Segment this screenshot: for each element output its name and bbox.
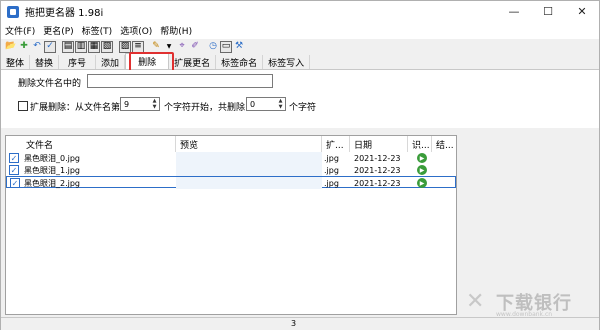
file-name: 黑色眼泪_1.jpg xyxy=(24,165,81,175)
close-button[interactable]: ✕ xyxy=(565,1,599,22)
file-date: 2021-12-23 xyxy=(354,178,401,188)
menu-options[interactable]: 选项(O) xyxy=(116,24,156,37)
start-position-value: 9 xyxy=(124,99,130,109)
window-title: 拖把更名器 1.98i xyxy=(25,8,104,19)
menu-rename[interactable]: 更名(P) xyxy=(39,24,77,37)
preview-cell xyxy=(176,177,322,189)
table-row[interactable]: ✓ 黑色眼泪_1.jpg .jpg 2021-12-23 ▶ xyxy=(6,164,456,176)
extended-delete-label: 扩展删除：从文件名第 xyxy=(30,103,121,113)
watermark: ✕ 下载银行 www.downbank.cn xyxy=(466,289,572,319)
play-icon: ▶ xyxy=(417,165,427,175)
window-icon[interactable]: ▭ xyxy=(220,40,232,53)
preview-cell xyxy=(176,152,322,164)
paste-icon[interactable]: ▥ xyxy=(75,40,87,53)
col-preview[interactable]: 预览 xyxy=(176,136,322,152)
minimize-button[interactable]: — xyxy=(497,1,531,22)
tab-overall[interactable]: 整体 xyxy=(1,55,31,69)
clock-icon[interactable]: ◷ xyxy=(207,41,219,53)
maximize-button[interactable]: ☐ xyxy=(531,1,565,22)
delete-count-spinner[interactable]: 0 ▲ ▼ xyxy=(246,97,286,111)
spinner-arrows-icon[interactable]: ▲ ▼ xyxy=(276,98,285,110)
table-row[interactable]: ✓ 黑色眼泪_2.jpg .jpg 2021-12-23 ▶ xyxy=(6,176,456,189)
tab-replace[interactable]: 替换 xyxy=(30,55,60,69)
file-date: 2021-12-23 xyxy=(354,153,401,163)
tab-tag-naming[interactable]: 标签命名 xyxy=(216,55,264,69)
tab-strip: 整体 替换 序号 添加 删除 扩展更名 标签命名 标签写入 xyxy=(1,53,599,70)
tab-tag-writing[interactable]: 标签写入 xyxy=(263,55,311,69)
watermark-logo-icon: ✕ xyxy=(466,289,485,314)
tool-icon[interactable]: ⚒ xyxy=(233,41,245,53)
app-icon xyxy=(7,5,19,18)
tag-icon[interactable]: ⌖ xyxy=(176,41,188,53)
menu-file[interactable]: 文件(F) xyxy=(1,24,39,37)
tab-extended-rename[interactable]: 扩展更名 xyxy=(169,55,217,69)
file-extension: .jpg xyxy=(324,153,339,163)
extended-delete-checkbox[interactable] xyxy=(18,101,28,111)
col-result[interactable]: 结... xyxy=(432,136,456,152)
menu-help[interactable]: 帮助(H) xyxy=(156,24,196,37)
delete-text-label: 删除文件名中的 xyxy=(18,79,82,89)
play-icon: ▶ xyxy=(417,153,427,163)
row-checkbox[interactable]: ✓ xyxy=(9,153,19,163)
tag-edit-icon[interactable]: ✐ xyxy=(189,41,201,53)
col-extension[interactable]: 扩... xyxy=(322,136,350,152)
row-checkbox[interactable]: ✓ xyxy=(10,178,20,188)
watermark-url: www.downbank.cn xyxy=(496,311,553,318)
menu-bar: 文件(F) 更名(P) 标签(T) 选项(O) 帮助(H) xyxy=(1,22,599,39)
file-name: 黑色眼泪_2.jpg xyxy=(24,178,81,188)
file-list: 文件名 预览 扩... 日期 识... 结... ✓ 黑色眼泪_0.jpg .j… xyxy=(5,135,457,315)
check-icon[interactable]: ✓ xyxy=(44,40,56,53)
file-extension: .jpg xyxy=(324,178,339,188)
from-label: 个字符开始，共删除 xyxy=(164,103,246,113)
paint-icon[interactable]: ✎ xyxy=(150,41,162,53)
col-date[interactable]: 日期 xyxy=(350,136,408,152)
chevron-down-icon[interactable]: ▼ xyxy=(163,41,175,53)
status-bar: 3 xyxy=(1,317,599,330)
open-folder-icon[interactable]: 📂 xyxy=(5,41,17,53)
chars-label: 个字符 xyxy=(289,103,317,113)
delete-count-value: 0 xyxy=(250,99,256,109)
file-count: 3 xyxy=(291,319,297,328)
file-extension: .jpg xyxy=(324,165,339,175)
file-date: 2021-12-23 xyxy=(354,165,401,175)
delete-panel: 删除文件名中的 扩展删除：从文件名第 9 ▲ ▼ 个字符开始，共删除 0 ▲ ▼ 个… xyxy=(1,70,599,128)
col-recognize[interactable]: 识... xyxy=(408,136,432,152)
main-window: 拖把更名器 1.98i — ☐ ✕ 文件(F) 更名(P) 标签(T) 选项(O… xyxy=(0,0,600,330)
preview-cell xyxy=(176,164,322,176)
table-row[interactable]: ✓ 黑色眼泪_0.jpg .jpg 2021-12-23 ▶ xyxy=(6,152,456,164)
undo-icon[interactable]: ↶ xyxy=(31,41,43,53)
document-icon[interactable]: ▨ xyxy=(119,40,131,53)
row-checkbox[interactable]: ✓ xyxy=(9,165,19,175)
title-bar: 拖把更名器 1.98i — ☐ ✕ xyxy=(1,1,599,22)
move-icon[interactable]: ▦ xyxy=(88,40,100,53)
play-icon: ▶ xyxy=(417,178,427,188)
tab-add[interactable]: 添加 xyxy=(96,55,126,69)
start-position-spinner[interactable]: 9 ▲ ▼ xyxy=(120,97,160,111)
spinner-arrows-icon[interactable]: ▲ ▼ xyxy=(150,98,159,110)
delete-text-input[interactable] xyxy=(87,74,273,88)
copy-icon[interactable]: ▤ xyxy=(62,40,74,53)
file-name: 黑色眼泪_0.jpg xyxy=(24,153,81,163)
script-icon[interactable]: ≡ xyxy=(132,40,144,53)
add-icon[interactable]: ✚ xyxy=(18,41,30,53)
col-filename[interactable]: 文件名 xyxy=(22,136,176,152)
menu-tags[interactable]: 标签(T) xyxy=(78,24,117,37)
tab-sequence[interactable]: 序号 xyxy=(59,55,97,69)
cut-icon[interactable]: ▧ xyxy=(101,40,113,53)
toolbar: 📂 ✚ ↶ ✓ ▤ ▥ ▦ ▧ ▨ ≡ ✎ ▼ ⌖ ✐ ◷ ▭ ⚒ xyxy=(1,39,599,54)
